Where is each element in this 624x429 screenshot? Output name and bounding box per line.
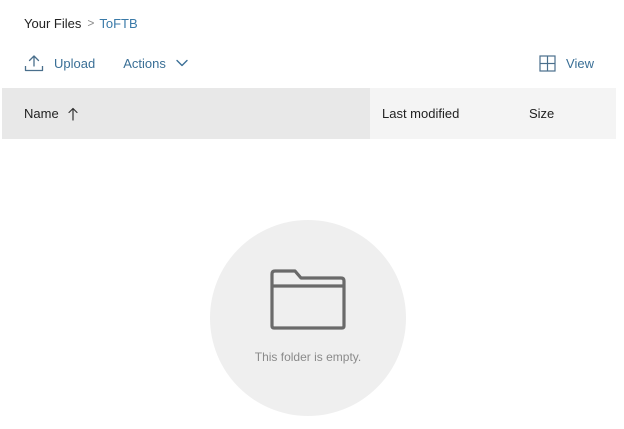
- arrow-up-icon: [68, 107, 78, 121]
- view-label: View: [566, 55, 594, 71]
- actions-label: Actions: [123, 55, 166, 71]
- chevron-down-icon: [176, 59, 188, 67]
- column-header-name-label: Name: [24, 106, 59, 121]
- breadcrumb-separator: >: [87, 16, 95, 30]
- breadcrumb: Your Files > ToFTB: [24, 14, 138, 32]
- actions-dropdown-button[interactable]: Actions: [123, 56, 188, 71]
- breadcrumb-current-folder[interactable]: ToFTB: [99, 16, 137, 31]
- folder-icon: [268, 268, 348, 335]
- upload-button[interactable]: Upload: [24, 54, 95, 72]
- upload-label: Upload: [54, 55, 96, 71]
- toolbar: Upload Actions View: [24, 50, 594, 76]
- view-button[interactable]: View: [539, 54, 594, 72]
- column-header-name[interactable]: Name: [2, 88, 370, 139]
- column-header-size[interactable]: Size: [517, 88, 554, 139]
- column-header-last-modified[interactable]: Last modified: [370, 88, 517, 139]
- empty-state-message: This folder is empty.: [254, 350, 362, 364]
- file-browser: Your Files > ToFTB Upload Actions View N…: [0, 0, 624, 429]
- upload-icon: [24, 54, 44, 72]
- column-header-last-modified-label: Last modified: [382, 106, 460, 121]
- file-table-header: Name Last modified Size: [2, 88, 616, 139]
- grid-view-icon: [539, 54, 556, 72]
- empty-state: This folder is empty.: [210, 220, 406, 416]
- breadcrumb-root-link[interactable]: Your Files: [24, 16, 81, 31]
- column-header-size-label: Size: [529, 106, 555, 121]
